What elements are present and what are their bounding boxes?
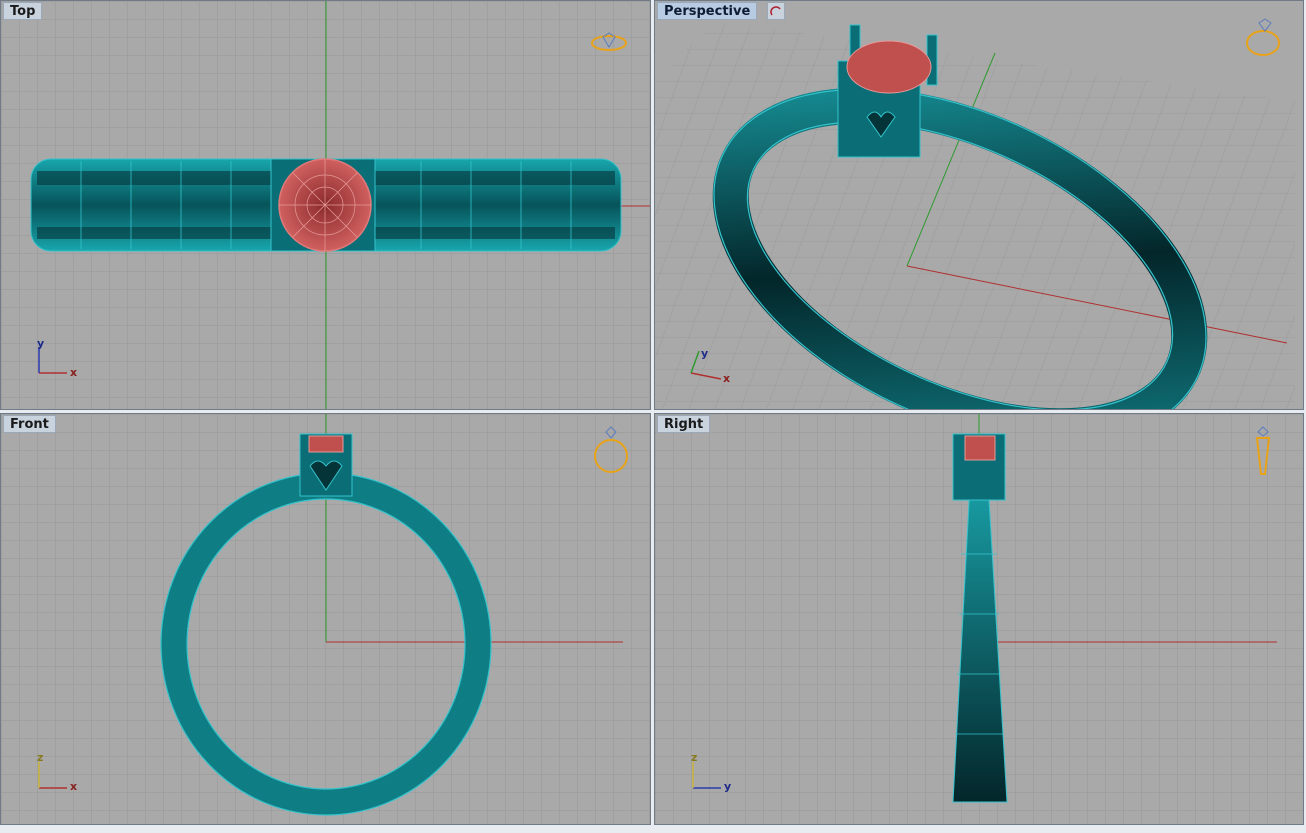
axis-label-x-front: x	[70, 780, 78, 793]
gemstone	[964, 435, 996, 461]
viewport-top[interactable]: Top x y	[0, 0, 651, 410]
axis-label-y-right: y	[724, 780, 732, 793]
viewport-right[interactable]: Right y z	[654, 413, 1304, 825]
viewport-title-perspective[interactable]: Perspective	[657, 2, 758, 20]
viewport-top-canvas	[1, 1, 650, 409]
ring-side-view-icon[interactable]	[1251, 424, 1275, 476]
viewport-right-canvas	[655, 414, 1303, 824]
viewport-title-right[interactable]: Right	[657, 415, 711, 433]
viewport-title-front[interactable]: Front	[3, 415, 56, 433]
ring-front-view-icon[interactable]	[591, 424, 631, 476]
ring-top-shape[interactable]	[30, 158, 622, 252]
viewport-perspective-canvas	[655, 1, 1303, 409]
ring-top-view-icon[interactable]	[589, 31, 629, 55]
axis-label-y-top: y	[37, 337, 45, 350]
axis-label-y-perspective: y	[701, 347, 709, 360]
rotate-view-icon[interactable]	[767, 2, 785, 20]
axis-label-x-perspective: x	[723, 372, 731, 385]
viewport-front-canvas	[1, 414, 650, 824]
viewport-title-top[interactable]: Top	[3, 2, 43, 20]
axis-label-z-right: z	[691, 751, 698, 764]
ring-perspective-icon[interactable]	[1243, 17, 1283, 59]
viewport-perspective[interactable]: Perspective x y	[654, 0, 1304, 410]
axis-label-z-front: z	[37, 751, 44, 764]
gemstone	[846, 40, 932, 94]
axis-label-x-top: x	[70, 366, 78, 379]
viewport-front[interactable]: Front x z	[0, 413, 651, 825]
gemstone	[308, 435, 344, 453]
